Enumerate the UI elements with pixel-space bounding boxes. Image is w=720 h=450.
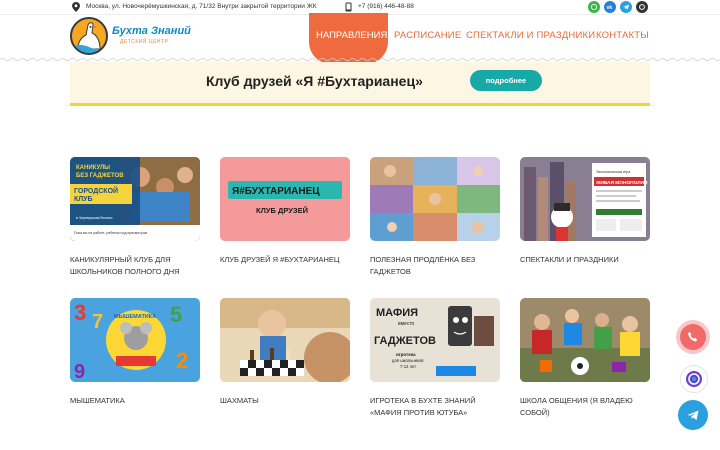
address-text: Москва, ул. Новочерёмушкинская, д. 71/32… bbox=[86, 3, 317, 10]
svg-text:9: 9 bbox=[74, 361, 85, 382]
card-caption[interactable]: КЛУБ ДРУЗЕЙ Я #БУХТАРИАНЕЦ bbox=[220, 254, 355, 266]
card-image bbox=[220, 298, 350, 382]
nav-item-schedule[interactable]: РАСПИСАНИЕ bbox=[394, 30, 461, 41]
svg-text:vk: vk bbox=[607, 5, 613, 11]
card-caption[interactable]: КАНИКУЛЯРНЫЙ КЛУБ ДЛЯ ШКОЛЬНИКОВ ПОЛНОГО… bbox=[70, 254, 205, 278]
svg-text:3: 3 bbox=[74, 300, 86, 325]
thumb-text: Пока вы на работе, ребенок под присмотро… bbox=[74, 231, 148, 235]
card-image bbox=[370, 157, 500, 241]
card-caption[interactable]: ИГРОТЕКА В БУХТЕ ЗНАНИЙ «МАФИЯ ПРОТИВ ЮТ… bbox=[370, 395, 505, 419]
thumb-text: КАНИКУЛЫ bbox=[76, 165, 110, 171]
phone-icon bbox=[680, 324, 706, 350]
card-caption[interactable]: МЫШЕМАТИКА bbox=[70, 395, 205, 407]
svg-text:5: 5 bbox=[170, 302, 182, 327]
promo-banner: Клуб друзей «Я #Бухтарианец» подробнее bbox=[70, 62, 650, 106]
nav-item-shows[interactable]: СПЕКТАКЛИ И ПРАЗДНИКИ bbox=[466, 30, 595, 41]
banner-title: Клуб друзей «Я #Бухтарианец» bbox=[206, 73, 423, 89]
thumb-text: МЫШЕМАТИКА bbox=[114, 314, 156, 320]
thumb-text: Экономическая игра bbox=[596, 170, 630, 174]
thumb-text: Я#БУХТАРИАНЕЦ bbox=[232, 186, 320, 197]
logo-subtitle: ДЕТСКИЙ ЦЕНТР bbox=[120, 39, 169, 45]
card-image: КАНИКУЛЫ БЕЗ ГАДЖЕТОВ ГОРОДСКОЙ КЛУБ в Ч… bbox=[70, 157, 200, 241]
thumb-text: КЛУБ ДРУЗЕЙ bbox=[256, 206, 308, 215]
thumb-text: ГАДЖЕТОВ bbox=[374, 335, 436, 347]
telegram-chat-button[interactable] bbox=[678, 400, 708, 430]
max-icon[interactable] bbox=[636, 1, 648, 13]
thumb-text: игротека bbox=[396, 352, 416, 357]
thumb-text: БЕЗ ГАДЖЕТОВ bbox=[76, 173, 124, 179]
thumb-text: ГОРОДСКОЙ bbox=[74, 186, 118, 195]
nav-item-label: НАПРАВЛЕНИЯ bbox=[316, 30, 388, 41]
call-button[interactable] bbox=[676, 320, 710, 354]
card-image bbox=[520, 298, 650, 382]
card-image: Я#БУХТАРИАНЕЦ КЛУБ ДРУЗЕЙ bbox=[220, 157, 350, 241]
logo-title: Бухта Знаний bbox=[112, 25, 191, 37]
telegram-icon[interactable] bbox=[620, 1, 632, 13]
card-caption[interactable]: ШАХМАТЫ bbox=[220, 395, 355, 407]
thumb-text: в Черемушках/Зюзино bbox=[76, 216, 113, 220]
card-image: 3 7 5 2 9 МЫШЕМАТИКА bbox=[70, 298, 200, 382]
svg-text:2: 2 bbox=[176, 348, 188, 373]
chat-icon bbox=[686, 371, 702, 387]
card-caption[interactable]: ПОЛЕЗНАЯ ПРОДЛЁНКА БЕЗ ГАДЖЕТОВ bbox=[370, 254, 505, 278]
thumb-text: вместо bbox=[398, 321, 415, 327]
thumb-text: КЛУБ bbox=[74, 196, 93, 203]
telegram-icon bbox=[687, 410, 699, 420]
chat-button[interactable] bbox=[680, 365, 708, 393]
thumb-text: ЖИВАЯ МОНОПОЛИЯ bbox=[595, 180, 648, 186]
card-image: Экономическая игра ЖИВАЯ МОНОПОЛИЯ bbox=[520, 157, 650, 241]
phone-link[interactable]: +7 (916) 446-48-88 bbox=[358, 3, 414, 10]
svg-text:7: 7 bbox=[92, 311, 103, 333]
more-button[interactable]: подробнее bbox=[470, 70, 542, 91]
site-header: Бухта Знаний ДЕТСКИЙ ЦЕНТР НАПРАВЛЕНИЯ Р… bbox=[0, 13, 720, 64]
mobile-phone-icon bbox=[345, 2, 352, 12]
logo-emblem bbox=[70, 17, 108, 55]
nav-item-contacts[interactable]: КОНТАКТЫ bbox=[596, 30, 649, 41]
site-logo[interactable]: Бухта Знаний ДЕТСКИЙ ЦЕНТР bbox=[70, 17, 191, 57]
card-caption[interactable]: СПЕКТАКЛИ И ПРАЗДНИКИ bbox=[520, 254, 655, 266]
thumb-text: 7-12 лет bbox=[400, 364, 416, 369]
card-image: МАФИЯ вместо ГАДЖЕТОВ игротека для школь… bbox=[370, 298, 500, 382]
whatsapp-icon[interactable] bbox=[588, 1, 600, 13]
vk-icon[interactable]: vk bbox=[604, 1, 616, 13]
location-pin-icon bbox=[72, 2, 80, 12]
thumb-text: МАФИЯ bbox=[376, 307, 418, 319]
card-caption[interactable]: ШКОЛА ОБЩЕНИЯ (Я ВЛАДЕЮ СОБОЙ) bbox=[520, 395, 655, 419]
thumb-text: для школьников bbox=[392, 358, 424, 363]
